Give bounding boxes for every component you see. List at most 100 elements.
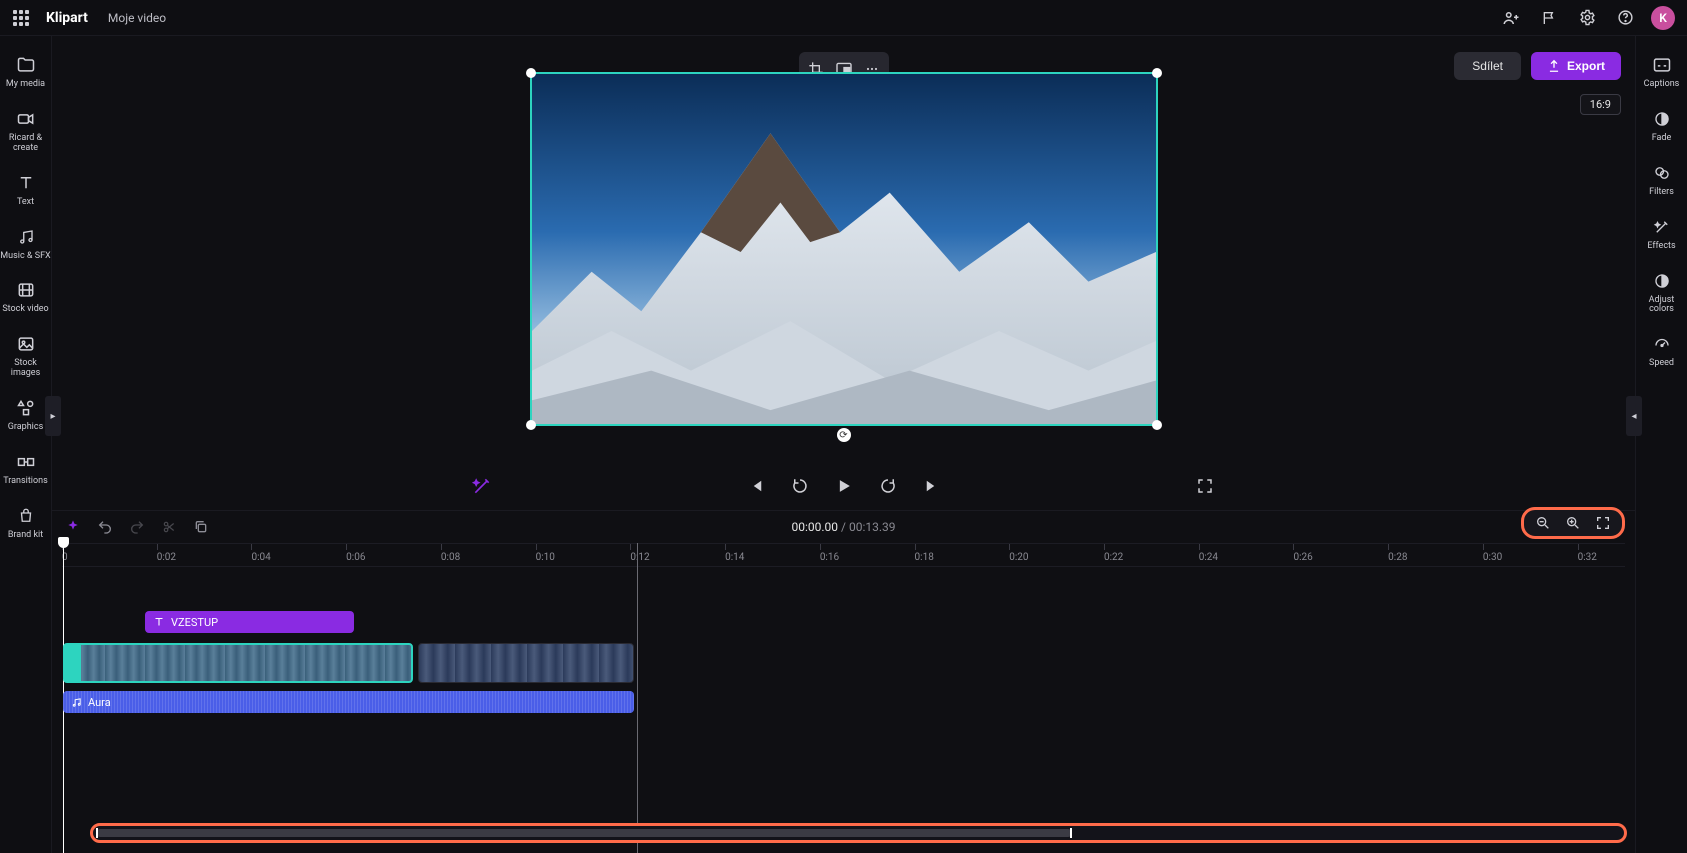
resize-handle-br[interactable] <box>1152 420 1162 430</box>
sidebar-item-effects[interactable]: Effects <box>1636 208 1687 262</box>
center-panel: Sdílet Export 16:9 <box>52 36 1635 853</box>
shapes-icon <box>15 397 37 419</box>
gear-icon[interactable] <box>1575 6 1599 30</box>
track-text: VZESTUP <box>62 607 1625 639</box>
time-readout: 00:00.00 / 00:13.39 <box>792 520 896 534</box>
video-clip-selected[interactable] <box>63 643 413 683</box>
project-title[interactable]: Moje video <box>108 11 166 25</box>
ruler-tick: 0:08 <box>441 544 460 566</box>
timeline-ruler[interactable]: 00:020:040:060:080:100:120:140:160:180:2… <box>62 543 1625 567</box>
play-button[interactable] <box>832 474 856 498</box>
app-header: Klipart Moje video K <box>0 0 1687 36</box>
rotate-handle[interactable]: ⟳ <box>837 428 851 442</box>
fullscreen-button[interactable] <box>1193 474 1217 498</box>
speed-icon <box>1651 333 1673 355</box>
share-button[interactable]: Sdílet <box>1454 52 1521 80</box>
export-label: Export <box>1567 59 1605 73</box>
sidebar-item-transitions[interactable]: Transitions <box>0 443 51 497</box>
sidebar-label: Ricard & create <box>0 134 51 154</box>
sidebar-item-fade[interactable]: Fade <box>1636 100 1687 154</box>
sidebar-label: Music & SFX <box>0 252 51 262</box>
text-clip[interactable]: VZESTUP <box>145 611 354 633</box>
zoom-controls-highlight <box>1521 507 1625 539</box>
text-icon <box>15 172 37 194</box>
ruler-tick: 0:24 <box>1199 544 1218 566</box>
zoom-fit-button[interactable] <box>1594 514 1612 532</box>
sidebar-item-stockvideo[interactable]: Stock video <box>0 271 51 325</box>
timeline-tracks[interactable]: VZESTUP Aura <box>62 567 1625 853</box>
flag-icon[interactable] <box>1537 6 1561 30</box>
step-forward-button[interactable] <box>876 474 900 498</box>
preview-canvas[interactable]: ⟳ <box>530 72 1158 426</box>
sidebar-label: Effects <box>1636 242 1687 252</box>
sidebar-item-speed[interactable]: Speed <box>1636 325 1687 379</box>
audio-clip[interactable]: Aura <box>63 691 634 713</box>
sidebar-label: Speed <box>1636 359 1687 369</box>
zoom-in-button[interactable] <box>1564 514 1582 532</box>
left-sidebar: My media Ricard & create Text Music & SF… <box>0 36 52 853</box>
timeline-panel: 00:00.00 / 00:13.39 00:020:040:060:080:1… <box>52 510 1635 853</box>
avatar[interactable]: K <box>1651 6 1675 30</box>
fade-icon <box>1651 108 1673 130</box>
ruler-tick: 0:26 <box>1293 544 1312 566</box>
aspect-ratio-button[interactable]: 16:9 <box>1580 94 1621 115</box>
ruler-tick: 0:14 <box>725 544 744 566</box>
duplicate-button[interactable] <box>192 518 210 536</box>
split-button[interactable] <box>160 518 178 536</box>
sidebar-label: Graphics <box>0 423 51 433</box>
wand-icon <box>1651 216 1673 238</box>
ruler-tick: 0:32 <box>1578 544 1597 566</box>
app-grid-icon[interactable] <box>12 9 30 27</box>
video-clip[interactable] <box>418 643 634 683</box>
resize-handle-bl[interactable] <box>526 420 536 430</box>
sidebar-label: Transitions <box>0 477 51 487</box>
step-back-button[interactable] <box>788 474 812 498</box>
resize-handle-tr[interactable] <box>1152 68 1162 78</box>
skip-end-button[interactable] <box>920 474 944 498</box>
help-icon[interactable] <box>1613 6 1637 30</box>
collapse-right-panel[interactable]: ◂ <box>1626 396 1642 436</box>
sidebar-item-stockimages[interactable]: Stock images <box>0 325 51 389</box>
stage-area: Sdílet Export 16:9 <box>52 36 1635 510</box>
sidebar-label: Brand kit <box>0 531 51 541</box>
ruler-tick: 0:18 <box>915 544 934 566</box>
ruler-tick: 0:22 <box>1104 544 1123 566</box>
current-time: 00:00.00 <box>792 520 839 534</box>
captions-icon <box>1651 54 1673 76</box>
ai-timeline-button[interactable] <box>64 518 82 536</box>
redo-button[interactable] <box>128 518 146 536</box>
ruler-tick: 0:04 <box>251 544 270 566</box>
bag-icon <box>15 505 37 527</box>
sidebar-item-captions[interactable]: Captions <box>1636 46 1687 100</box>
sidebar-item-music[interactable]: Music & SFX <box>0 218 51 272</box>
sidebar-item-brandkit[interactable]: Brand kit <box>0 497 51 551</box>
invite-icon[interactable] <box>1499 6 1523 30</box>
undo-button[interactable] <box>96 518 114 536</box>
ruler-tick: 0:30 <box>1483 544 1502 566</box>
sidebar-label: Filters <box>1636 188 1687 198</box>
music-icon <box>15 226 37 248</box>
transition-icon <box>15 451 37 473</box>
zoom-out-button[interactable] <box>1534 514 1552 532</box>
ai-enhance-button[interactable] <box>470 474 494 498</box>
preview-image <box>532 74 1156 424</box>
film-icon <box>15 279 37 301</box>
camera-icon <box>15 108 37 130</box>
text-icon <box>153 616 165 628</box>
timeline-scrollbar[interactable] <box>96 829 1072 837</box>
sidebar-item-adjust[interactable]: Adjust colors <box>1636 262 1687 326</box>
skip-start-button[interactable] <box>744 474 768 498</box>
ruler-tick: 0:10 <box>536 544 555 566</box>
audio-clip-label: Aura <box>88 696 111 709</box>
sidebar-item-my-media[interactable]: My media <box>0 46 51 100</box>
resize-handle-tl[interactable] <box>526 68 536 78</box>
export-button[interactable]: Export <box>1531 52 1621 80</box>
sidebar-label: Captions <box>1636 80 1687 90</box>
sidebar-item-filters[interactable]: Filters <box>1636 154 1687 208</box>
sidebar-item-graphics[interactable]: Graphics <box>0 389 51 443</box>
sidebar-label: My media <box>0 80 51 90</box>
track-audio: Aura <box>62 691 1625 717</box>
sidebar-item-text[interactable]: Text <box>0 164 51 218</box>
sidebar-item-record[interactable]: Ricard & create <box>0 100 51 164</box>
duration-time: 00:13.39 <box>849 520 896 534</box>
